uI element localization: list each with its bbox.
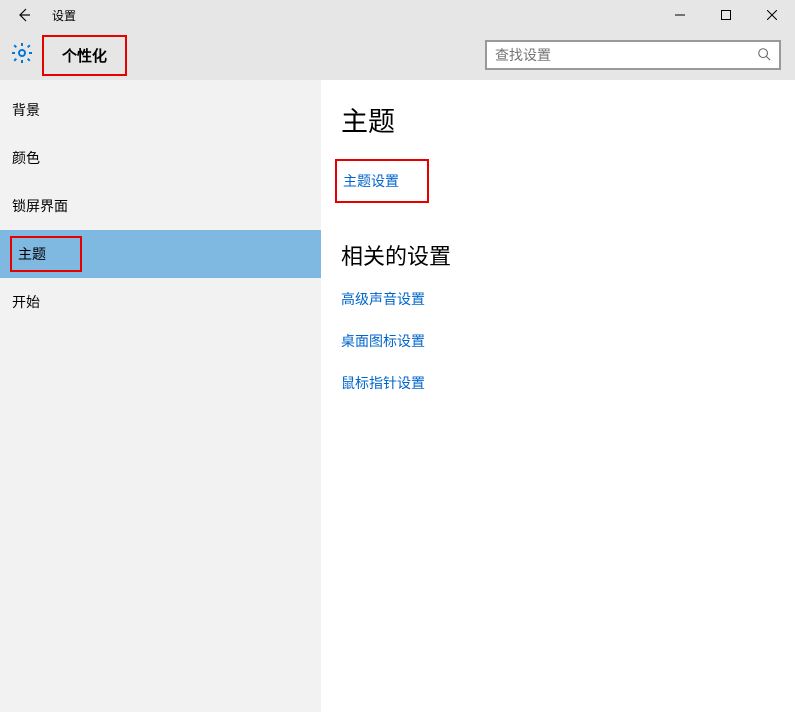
highlight-box: 主题设置 [335, 159, 429, 203]
search-box[interactable] [485, 40, 781, 70]
close-icon [767, 10, 777, 20]
minimize-icon [675, 10, 685, 20]
gear-icon [10, 41, 42, 70]
sidebar-item-start[interactable]: 开始 [0, 278, 321, 326]
maximize-button[interactable] [703, 0, 749, 30]
highlight-box: 主题 [10, 236, 82, 272]
sidebar: 背景 颜色 锁屏界面 主题 开始 [0, 80, 321, 712]
mouse-pointer-link[interactable]: 鼠标指针设置 [341, 373, 775, 393]
sidebar-item-lockscreen[interactable]: 锁屏界面 [0, 182, 321, 230]
back-button[interactable] [0, 0, 48, 30]
sidebar-item-label: 开始 [12, 292, 40, 312]
theme-settings-link[interactable]: 主题设置 [343, 171, 399, 191]
arrow-left-icon [16, 7, 32, 23]
page-heading: 主题 [341, 100, 775, 139]
sidebar-item-label: 主题 [18, 244, 46, 264]
search-input[interactable] [495, 47, 757, 63]
desktop-icon-link[interactable]: 桌面图标设置 [341, 331, 775, 351]
search-icon [757, 47, 771, 64]
sidebar-item-background[interactable]: 背景 [0, 86, 321, 134]
minimize-button[interactable] [657, 0, 703, 30]
content-area: 背景 颜色 锁屏界面 主题 开始 主题 主题设置 相关的设置 高级声音设置 桌面… [0, 80, 795, 712]
sidebar-item-theme[interactable]: 主题 [0, 230, 321, 278]
main-panel: 主题 主题设置 相关的设置 高级声音设置 桌面图标设置 鼠标指针设置 [321, 80, 795, 712]
advanced-sound-link[interactable]: 高级声音设置 [341, 289, 775, 309]
header-bar: 个性化 [0, 30, 795, 80]
sidebar-item-label: 颜色 [12, 148, 40, 168]
section-title: 个性化 [42, 35, 127, 76]
related-heading: 相关的设置 [341, 239, 775, 271]
titlebar: 设置 [0, 0, 795, 30]
window-controls [657, 0, 795, 30]
window-title: 设置 [52, 7, 76, 24]
sidebar-item-color[interactable]: 颜色 [0, 134, 321, 182]
sidebar-item-label: 锁屏界面 [12, 196, 68, 216]
close-button[interactable] [749, 0, 795, 30]
maximize-icon [721, 10, 731, 20]
sidebar-item-label: 背景 [12, 100, 40, 120]
